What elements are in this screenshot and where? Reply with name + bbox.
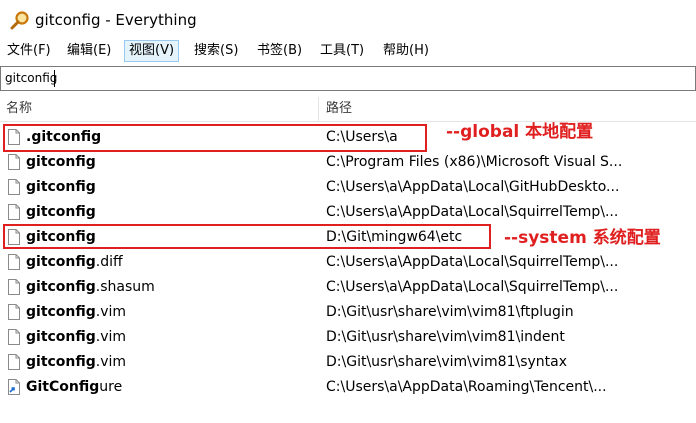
file-path: C:\Users\a\AppData\Roaming\Tencent\... bbox=[326, 379, 607, 395]
file-icon bbox=[8, 304, 20, 320]
file-name: gitconfig.vim bbox=[26, 354, 127, 370]
file-icon bbox=[8, 254, 20, 270]
file-icon bbox=[8, 154, 20, 170]
file-path: C:\Program Files (x86)\Microsoft Visual … bbox=[326, 154, 623, 170]
table-row[interactable]: gitconfig.diff C:\Users\a\AppData\Local\… bbox=[0, 250, 696, 275]
menu-edit[interactable]: 编辑(E) bbox=[63, 40, 115, 62]
file-name: gitconfig.shasum bbox=[26, 279, 155, 295]
title-bar: gitconfig - Everything bbox=[0, 0, 696, 40]
file-icon bbox=[8, 204, 20, 220]
search-input[interactable]: gitconfig bbox=[0, 66, 696, 91]
file-icon bbox=[8, 329, 20, 345]
annotation-global: --global 本地配置 bbox=[446, 122, 594, 142]
column-header-path[interactable]: 路径 bbox=[326, 97, 352, 121]
table-row[interactable]: gitconfig C:\Program Files (x86)\Microso… bbox=[0, 150, 696, 175]
file-name: gitconfig.diff bbox=[26, 254, 123, 270]
table-row[interactable]: gitconfig C:\Users\a\AppData\Local\Squir… bbox=[0, 200, 696, 225]
window-title: gitconfig - Everything bbox=[35, 11, 197, 29]
menu-help[interactable]: 帮助(H) bbox=[379, 40, 433, 62]
search-input-value: gitconfig bbox=[5, 71, 58, 85]
table-row[interactable]: gitconfig.vim D:\Git\usr\share\vim\vim81… bbox=[0, 325, 696, 350]
file-path: C:\Users\a\AppData\Local\SquirrelTemp\..… bbox=[326, 254, 619, 270]
file-name: gitconfig bbox=[26, 154, 96, 170]
file-path: C:\Users\a\AppData\Local\SquirrelTemp\..… bbox=[326, 204, 619, 220]
menu-tools[interactable]: 工具(T) bbox=[316, 40, 368, 62]
magnifier-icon bbox=[10, 11, 29, 30]
table-row[interactable]: gitconfig.shasum C:\Users\a\AppData\Loca… bbox=[0, 275, 696, 300]
file-path: D:\Git\usr\share\vim\vim81\syntax bbox=[326, 354, 568, 370]
menu-file[interactable]: 文件(F) bbox=[3, 40, 55, 62]
file-path: C:\Users\a\AppData\Local\GitHubDeskto... bbox=[326, 179, 620, 195]
shortcut-file-icon bbox=[8, 379, 20, 395]
menu-bar: 文件(F) 编辑(E) 视图(V) 搜索(S) 书签(B) 工具(T) 帮助(H… bbox=[0, 40, 696, 62]
highlight-box-system bbox=[3, 224, 491, 249]
highlight-box-global bbox=[3, 124, 427, 152]
file-path: D:\Git\usr\share\vim\vim81\indent bbox=[326, 329, 565, 345]
column-header-name[interactable]: 名称 bbox=[6, 97, 32, 121]
file-name: gitconfig.vim bbox=[26, 329, 127, 345]
table-row[interactable]: GitConfigure C:\Users\a\AppData\Roaming\… bbox=[0, 375, 696, 400]
column-divider[interactable] bbox=[318, 97, 319, 121]
annotation-system: --system 系统配置 bbox=[504, 228, 661, 248]
file-name: GitConfigure bbox=[26, 379, 123, 395]
file-icon bbox=[8, 179, 20, 195]
menu-search[interactable]: 搜索(S) bbox=[190, 40, 242, 62]
text-caret bbox=[54, 70, 55, 87]
file-icon bbox=[8, 279, 20, 295]
results-header: 名称 路径 bbox=[0, 97, 696, 122]
file-path: D:\Git\usr\share\vim\vim81\ftplugin bbox=[326, 304, 574, 320]
file-icon bbox=[8, 354, 20, 370]
table-row[interactable]: gitconfig.vim D:\Git\usr\share\vim\vim81… bbox=[0, 300, 696, 325]
file-name: gitconfig.vim bbox=[26, 304, 127, 320]
menu-bookmarks[interactable]: 书签(B) bbox=[253, 40, 306, 62]
file-name: gitconfig bbox=[26, 179, 96, 195]
table-row[interactable]: gitconfig.vim D:\Git\usr\share\vim\vim81… bbox=[0, 350, 696, 375]
menu-view[interactable]: 视图(V) bbox=[124, 40, 180, 62]
table-row[interactable]: gitconfig C:\Users\a\AppData\Local\GitHu… bbox=[0, 175, 696, 200]
file-name: gitconfig bbox=[26, 204, 96, 220]
file-path: C:\Users\a\AppData\Local\SquirrelTemp\..… bbox=[326, 279, 619, 295]
